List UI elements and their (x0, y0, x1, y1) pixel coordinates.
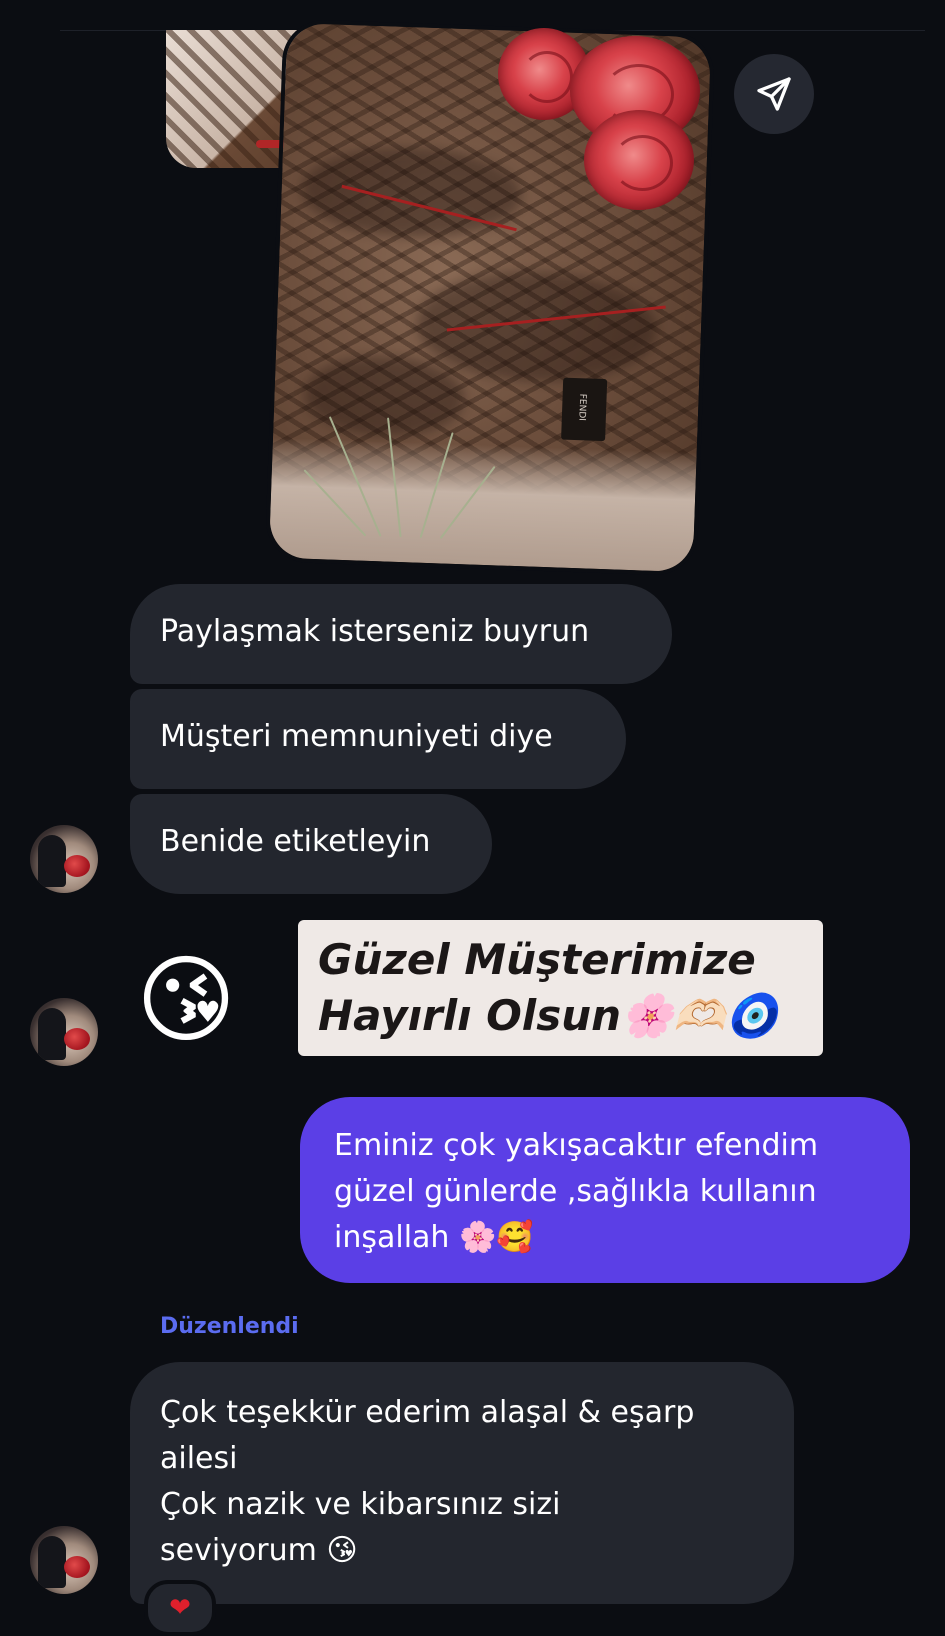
photo-detail (268, 437, 697, 573)
message-line: ailesi (160, 1441, 238, 1476)
share-button[interactable] (734, 54, 814, 134)
message-line: seviyorum 😘 (160, 1533, 358, 1568)
avatar[interactable] (30, 825, 98, 893)
message-line: Çok teşekkür ederim alaşal & eşarp (160, 1395, 695, 1430)
message-line: inşallah 🌸🥰 (334, 1220, 534, 1255)
brand-tag: FENDI (561, 377, 608, 442)
avatar-figure (38, 1008, 66, 1060)
avatar-figure (38, 1536, 66, 1588)
kiss-emoji[interactable]: 😘 (136, 940, 236, 1060)
send-icon (757, 77, 791, 111)
brand-tag-text: FENDI (576, 393, 588, 422)
heart-reaction[interactable]: ❤ (144, 1580, 216, 1636)
sticker-line: Güzel Müşterimize (318, 935, 756, 984)
message-line: Çok nazik ve kibarsınız sizi (160, 1487, 561, 1522)
avatar[interactable] (30, 1526, 98, 1594)
story-sticker[interactable]: Güzel Müşterimize Hayırlı Olsun🌸🫶🏻🧿 (298, 920, 823, 1056)
incoming-message[interactable]: Çok teşekkür ederim alaşal & eşarp ailes… (130, 1362, 794, 1604)
incoming-message[interactable]: Benide etiketleyin (130, 794, 492, 894)
photo-detail (415, 267, 659, 386)
message-line: güzel günlerde ,sağlıkla kullanın (334, 1174, 817, 1209)
incoming-message[interactable]: Paylaşmak isterseniz buyrun (130, 584, 672, 684)
incoming-message[interactable]: Müşteri memnuniyeti diye (130, 689, 626, 789)
avatar-figure (38, 835, 66, 887)
avatar[interactable] (30, 998, 98, 1066)
avatar-roses (64, 1556, 90, 1578)
outgoing-message[interactable]: Eminiz çok yakışacaktır efendim güzel gü… (300, 1097, 910, 1283)
sticker-line: Hayırlı Olsun🌸🫶🏻🧿 (318, 991, 778, 1040)
photo-detail (300, 143, 524, 242)
rose-decoration (584, 110, 694, 210)
message-line: Eminiz çok yakışacaktır efendim (334, 1128, 819, 1163)
avatar-roses (64, 855, 90, 877)
avatar-roses (64, 1028, 90, 1050)
photo-detail (303, 353, 466, 440)
heart-icon: ❤ (169, 1593, 191, 1623)
edited-label: Düzenlendi (160, 1314, 299, 1339)
